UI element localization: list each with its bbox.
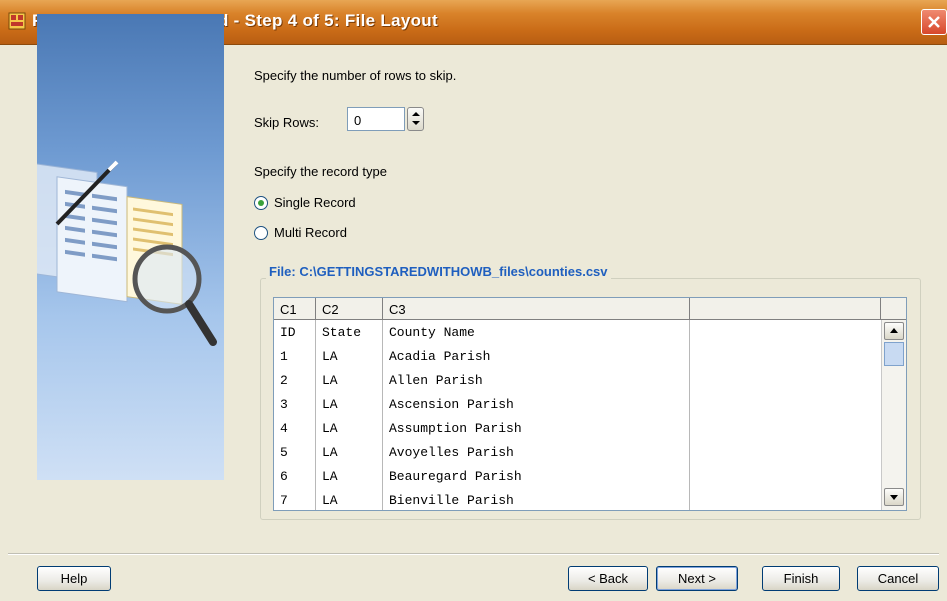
cancel-button[interactable]: Cancel xyxy=(857,566,939,591)
cell-c3: Avoyelles Parish xyxy=(383,440,690,464)
back-button[interactable]: < Back xyxy=(568,566,648,591)
skip-rows-label: Skip Rows: xyxy=(254,115,320,130)
cell-c2: LA xyxy=(316,464,383,488)
column-header-empty xyxy=(690,298,881,320)
cell-c3: County Name xyxy=(383,320,690,344)
cell-c1: 5 xyxy=(274,440,316,464)
cell-c2: LA xyxy=(316,344,383,368)
column-header-c1[interactable]: C1 xyxy=(274,298,316,320)
cell-c1: 2 xyxy=(274,368,316,392)
single-record-radio[interactable]: Single Record xyxy=(254,195,356,210)
finish-button[interactable]: Finish xyxy=(762,566,840,591)
wizard-side-illustration xyxy=(37,14,224,480)
cell-c3: Bienville Parish xyxy=(383,488,690,510)
cell-c3: Beauregard Parish xyxy=(383,464,690,488)
table-row[interactable]: 1 LA Acadia Parish xyxy=(274,344,882,368)
next-button[interactable]: Next > xyxy=(656,566,738,591)
cell-c2: LA xyxy=(316,416,383,440)
scroll-up-button[interactable] xyxy=(884,322,904,340)
table-row[interactable]: 6 LA Beauregard Parish xyxy=(274,464,882,488)
skip-rows-spinner[interactable] xyxy=(407,107,424,131)
document-magnifier-illustration xyxy=(37,160,217,346)
button-separator xyxy=(8,553,939,555)
cell-c1: ID xyxy=(274,320,316,344)
column-header-c3[interactable]: C3 xyxy=(383,298,690,320)
column-header-c2[interactable]: C2 xyxy=(316,298,383,320)
cell-c3: Allen Parish xyxy=(383,368,690,392)
grid-corner xyxy=(881,298,906,320)
skip-rows-input[interactable]: 0 xyxy=(347,107,405,131)
close-button[interactable] xyxy=(921,9,947,35)
table-row[interactable]: ID State County Name xyxy=(274,320,882,344)
spin-down-icon[interactable] xyxy=(412,121,420,125)
cell-c2: LA xyxy=(316,368,383,392)
wizard-app-icon xyxy=(8,12,26,30)
multi-record-radio[interactable]: Multi Record xyxy=(254,225,347,240)
multi-record-label: Multi Record xyxy=(274,225,347,240)
table-row[interactable]: 7 LA Bienville Parish xyxy=(274,488,882,510)
cell-c1: 6 xyxy=(274,464,316,488)
record-type-instruction: Specify the record type xyxy=(254,164,387,179)
scroll-thumb[interactable] xyxy=(884,342,904,366)
cell-c2: LA xyxy=(316,392,383,416)
cell-c1: 4 xyxy=(274,416,316,440)
table-row[interactable]: 4 LA Assumption Parish xyxy=(274,416,882,440)
scroll-down-button[interactable] xyxy=(884,488,904,506)
cell-c3: Acadia Parish xyxy=(383,344,690,368)
cell-c3: Ascension Parish xyxy=(383,392,690,416)
arrow-up-icon xyxy=(890,328,898,333)
table-row[interactable]: 5 LA Avoyelles Parish xyxy=(274,440,882,464)
cell-c2: LA xyxy=(316,488,383,510)
cell-c1: 3 xyxy=(274,392,316,416)
cell-c3: Assumption Parish xyxy=(383,416,690,440)
file-path-title: File: C:\GETTINGSTAREDWITHOWB_files\coun… xyxy=(266,264,611,279)
cell-c1: 1 xyxy=(274,344,316,368)
cell-c2: LA xyxy=(316,440,383,464)
file-preview-grid[interactable]: C1 C2 C3 ID State County Name 1 LA Acadi… xyxy=(273,297,907,511)
help-button[interactable]: Help xyxy=(37,566,111,591)
single-record-label: Single Record xyxy=(274,195,356,210)
radio-unselected-icon[interactable] xyxy=(254,225,268,240)
cell-c2: State xyxy=(316,320,383,344)
table-row[interactable]: 3 LA Ascension Parish xyxy=(274,392,882,416)
arrow-down-icon xyxy=(890,495,898,500)
spin-up-icon[interactable] xyxy=(412,112,420,116)
skip-rows-instruction: Specify the number of rows to skip. xyxy=(254,68,457,83)
table-row[interactable]: 2 LA Allen Parish xyxy=(274,368,882,392)
vertical-scrollbar[interactable] xyxy=(881,320,906,510)
cell-c1: 7 xyxy=(274,488,316,510)
radio-selected-icon[interactable] xyxy=(254,195,268,210)
close-icon xyxy=(928,16,940,28)
